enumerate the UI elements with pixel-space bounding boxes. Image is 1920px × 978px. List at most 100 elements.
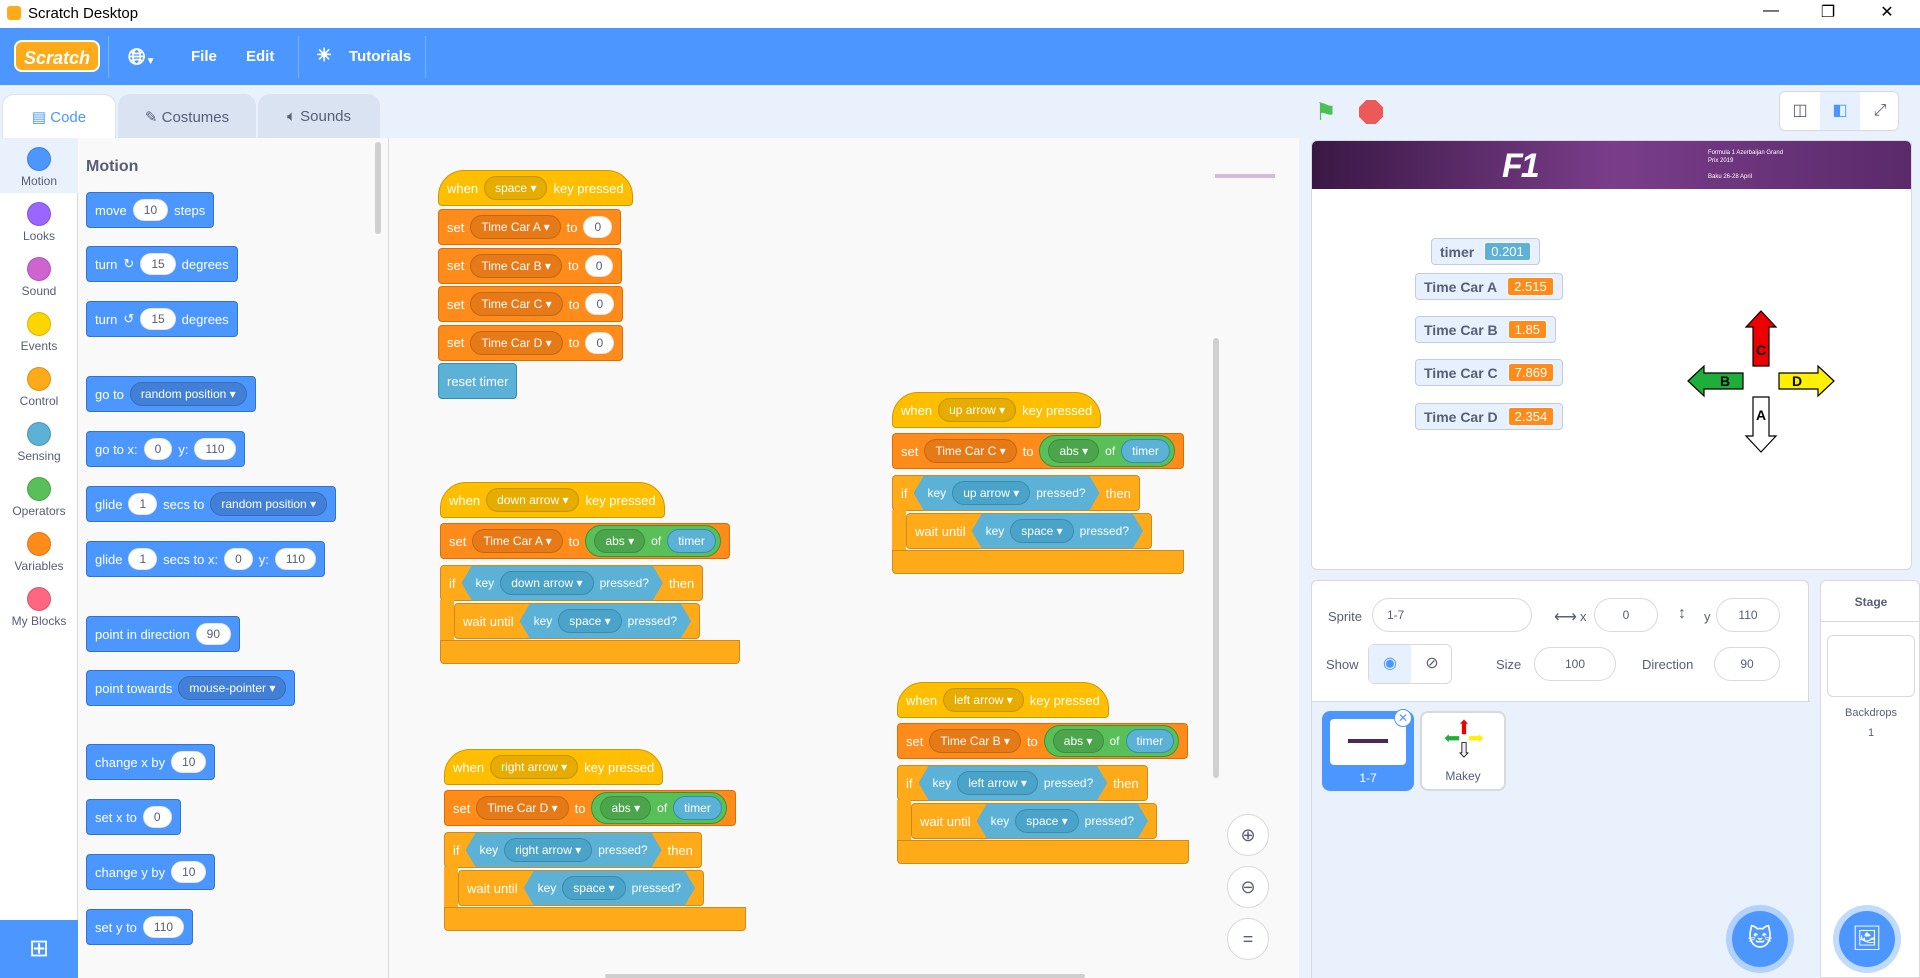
eye-icon[interactable]: ◉ [1369,645,1411,683]
glide-to-xy-block[interactable]: glide 1 secs to x: 0 y: 110 [86,541,326,577]
change-y-block[interactable]: change y by 10 [86,854,216,890]
category-my-blocks[interactable]: My Blocks [0,587,78,628]
wait-until-block[interactable]: wait until key space ▾ pressed? [911,803,1158,839]
set-variable-block[interactable]: set Time Car B ▾ to abs ▾ of timer [897,723,1189,759]
x-input[interactable]: 0 [1594,598,1658,632]
eye-hidden-icon[interactable]: ⊘ [1411,645,1453,683]
category-sensing[interactable]: Sensing [0,422,78,463]
if-then-block[interactable]: if key down arrow ▾ pressed? then [440,565,704,601]
category-motion[interactable]: Motion [0,147,78,188]
fullscreen-icon[interactable]: ⤢ [1860,92,1900,130]
timer-reporter[interactable]: timer [1125,729,1175,753]
number-input[interactable]: 0 [224,548,253,570]
number-input[interactable]: 1 [128,548,158,570]
dropdown[interactable]: Time Car B ▾ [470,253,562,278]
set-x-block[interactable]: set x to 0 [86,799,181,835]
choose-backdrop-button[interactable]: 🖼︎ [1839,911,1895,967]
number-input[interactable]: 0 [585,293,615,315]
number-input[interactable]: 10 [171,751,207,773]
change-x-block[interactable]: change x by 10 [86,744,216,780]
timer-reporter[interactable]: timer [1121,439,1170,463]
number-input[interactable]: 0 [143,438,173,460]
number-input[interactable]: 15 [140,308,176,330]
small-stage-icon[interactable]: ◫ [1780,92,1820,130]
category-operators[interactable]: Operators [0,477,78,518]
number-input[interactable]: 1 [128,493,158,515]
tab-costumes[interactable]: ✎ Costumes [118,94,256,138]
sprite-thumb-1-7[interactable]: ✕ 1-7 [1322,709,1414,791]
palette-scrollbar[interactable] [375,142,381,234]
dropdown[interactable]: abs ▾ [1052,729,1104,753]
minimize-icon[interactable]: — [1748,2,1794,20]
number-input[interactable]: 10 [171,861,207,883]
turn-left-block[interactable]: turn ↺ 15 degrees [86,301,238,337]
dropdown[interactable]: left arrow ▾ [943,688,1024,712]
key-pressed-sensing[interactable]: key space ▾ pressed? [977,804,1148,838]
workspace-vscrollbar[interactable] [1213,338,1219,778]
dropdown[interactable]: left arrow ▾ [957,771,1038,795]
dropdown[interactable]: Time Car B ▾ [929,729,1021,753]
stage-canvas[interactable]: F1 Formula 1 Azerbaijan Grand Prix 2019 … [1311,140,1912,570]
wait-until-block[interactable]: wait until key space ▾ pressed? [454,603,701,639]
menu-file[interactable]: File [191,48,217,65]
large-stage-icon[interactable]: ◧ [1820,92,1860,130]
dropdown[interactable]: space ▾ [484,176,548,200]
key-pressed-sensing[interactable]: key space ▾ pressed? [520,604,691,638]
abs-of-reporter[interactable]: abs ▾ of timer [591,792,727,824]
dropdown[interactable]: Time Car A ▾ [472,529,563,553]
number-input[interactable]: 110 [194,438,236,460]
category-variables[interactable]: Variables [0,532,78,573]
number-input[interactable]: 110 [142,916,185,938]
dropdown[interactable]: Time Car C ▾ [470,292,563,316]
number-input[interactable]: 0 [142,806,172,828]
dropdown[interactable]: up arrow ▾ [938,398,1017,422]
set-variable-block[interactable]: set Time Car C ▾ to 0 [438,286,624,322]
go-to-block[interactable]: go to random position ▾ [86,376,256,412]
go-to-xy-block[interactable]: go to x: 0 y: 110 [86,431,245,467]
stage-selector[interactable]: Stage Backdrops 1 🖼︎ [1820,580,1920,978]
key-pressed-sensing[interactable]: key right arrow ▾ pressed? [466,833,662,867]
when-key-pressed-hat[interactable]: when right arrow ▾ key pressed [444,749,664,785]
number-input[interactable]: 10 [132,199,169,221]
abs-of-reporter[interactable]: abs ▾ of timer [1043,725,1180,757]
dropdown[interactable]: Time Car D ▾ [476,796,569,820]
key-pressed-sensing[interactable]: key left arrow ▾ pressed? [919,766,1108,800]
number-input[interactable]: 15 [140,253,176,275]
set-variable-block[interactable]: set Time Car D ▾ to abs ▾ of timer [444,790,736,826]
dropdown[interactable]: Time Car A ▾ [470,215,561,239]
key-pressed-sensing[interactable]: key up arrow ▾ pressed? [914,476,1100,510]
code-workspace[interactable]: ⊕ ⊖ = when space ▾ key pressed set Time Car … [389,138,1299,978]
glide-to-block[interactable]: glide 1 secs to random position ▾ [86,486,337,522]
category-control[interactable]: Control [0,367,78,408]
wait-until-block[interactable]: wait until key space ▾ pressed? [906,513,1153,549]
dropdown[interactable]: abs ▾ [1048,439,1100,463]
dropdown[interactable]: up arrow ▾ [952,481,1030,505]
key-pressed-sensing[interactable]: key down arrow ▾ pressed? [462,566,663,600]
stop-icon[interactable] [1359,100,1383,124]
if-then-block[interactable]: if key up arrow ▾ pressed? then [892,475,1140,511]
dropdown[interactable]: space ▾ [562,876,625,900]
tab-sounds[interactable]: 🔈︎ Sounds [258,94,380,138]
menu-edit[interactable]: Edit [246,48,274,65]
key-pressed-sensing[interactable]: key space ▾ pressed? [972,514,1143,548]
y-input[interactable]: 110 [1716,598,1780,632]
dropdown[interactable]: down arrow ▾ [486,488,580,512]
category-events[interactable]: Events [0,312,78,353]
point-towards-block[interactable]: point towards mouse-pointer ▾ [86,670,296,706]
set-y-block[interactable]: set y to 110 [86,909,194,945]
workspace-hscrollbar[interactable] [605,974,1085,978]
set-variable-block[interactable]: set Time Car C ▾ to abs ▾ of timer [892,433,1184,469]
direction-input[interactable]: 90 [1714,647,1780,681]
dropdown[interactable]: abs ▾ [594,529,646,553]
dropdown[interactable]: space ▾ [1010,519,1073,543]
zoom-in-button[interactable]: ⊕ [1227,814,1269,856]
set-variable-block[interactable]: set Time Car A ▾ to abs ▾ of timer [440,523,730,559]
dropdown[interactable]: space ▾ [558,609,621,633]
tab-code[interactable]: ▤ Code [2,94,116,138]
if-then-block[interactable]: if key left arrow ▾ pressed? then [897,765,1148,801]
when-space-key-hat[interactable]: when space ▾ key pressed [438,170,633,206]
zoom-out-button[interactable]: ⊖ [1227,866,1269,908]
timer-reporter[interactable]: timer [667,529,716,553]
dropdown[interactable]: Time Car C ▾ [924,439,1017,463]
set-variable-block[interactable]: set Time Car B ▾ to 0 [438,247,623,284]
